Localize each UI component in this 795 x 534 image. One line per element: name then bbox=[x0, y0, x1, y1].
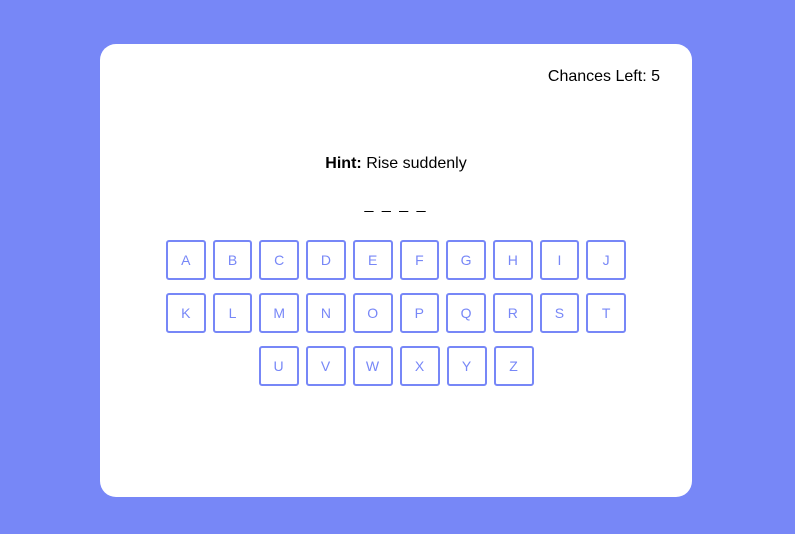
key-f[interactable]: F bbox=[399, 240, 440, 280]
hint-label: Hint: bbox=[325, 155, 362, 172]
chances-left: Chances Left: 5 bbox=[548, 68, 660, 86]
key-s[interactable]: S bbox=[539, 293, 580, 333]
key-b[interactable]: B bbox=[212, 240, 253, 280]
keyboard-row-1: A B C D E F G H I J bbox=[165, 240, 627, 280]
key-m[interactable]: M bbox=[259, 293, 300, 333]
key-d[interactable]: D bbox=[306, 240, 346, 280]
key-x[interactable]: X bbox=[399, 346, 440, 386]
key-e[interactable]: E bbox=[352, 240, 393, 280]
chances-label: Chances Left: bbox=[547, 68, 647, 85]
key-p[interactable]: P bbox=[399, 293, 440, 333]
key-u[interactable]: U bbox=[258, 346, 299, 386]
key-w[interactable]: W bbox=[352, 346, 393, 386]
key-c[interactable]: C bbox=[259, 240, 300, 280]
game-card: Chances Left: 5 Hint: Rise suddenly _ _ … bbox=[100, 44, 692, 497]
key-k[interactable]: K bbox=[165, 293, 206, 333]
key-h[interactable]: H bbox=[492, 240, 533, 280]
word-display: _ _ _ _ bbox=[364, 196, 428, 213]
key-g[interactable]: G bbox=[446, 240, 486, 280]
key-y[interactable]: Y bbox=[446, 346, 487, 386]
key-a[interactable]: A bbox=[165, 240, 206, 280]
key-r[interactable]: R bbox=[492, 293, 533, 333]
key-n[interactable]: N bbox=[306, 293, 346, 333]
key-z[interactable]: Z bbox=[493, 346, 534, 386]
key-v[interactable]: V bbox=[305, 346, 346, 386]
chances-value: 5 bbox=[651, 68, 660, 85]
hint-text: Rise suddenly bbox=[366, 155, 467, 172]
key-j[interactable]: J bbox=[586, 240, 627, 280]
keyboard-row-3: U V W X Y Z bbox=[166, 346, 626, 386]
letter-keyboard: A B C D E F G H I J K L M N O P Q R S T … bbox=[165, 240, 627, 399]
key-q[interactable]: Q bbox=[446, 293, 486, 333]
key-t[interactable]: T bbox=[586, 293, 627, 333]
key-i[interactable]: I bbox=[539, 240, 580, 280]
hint: Hint: Rise suddenly bbox=[100, 155, 692, 173]
key-l[interactable]: L bbox=[212, 293, 253, 333]
key-o[interactable]: O bbox=[352, 293, 393, 333]
keyboard-row-2: K L M N O P Q R S T bbox=[165, 293, 627, 333]
